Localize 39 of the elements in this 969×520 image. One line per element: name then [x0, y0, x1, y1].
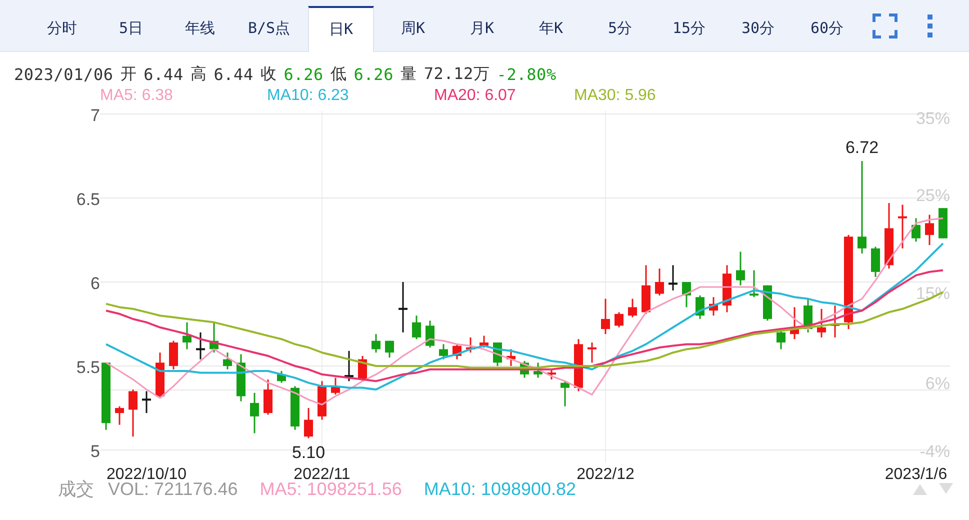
change-percent: -2.80%	[496, 64, 556, 84]
tab[interactable]: 周K	[383, 7, 443, 51]
tab[interactable]: 月K	[452, 7, 512, 51]
quote-label: 低	[330, 64, 347, 84]
ma-legend-item: MA10: 6.23	[267, 87, 350, 106]
y-axis-label: 5	[90, 442, 100, 461]
quote-label: 开	[120, 64, 137, 84]
quote-label: 量	[400, 64, 417, 84]
volume-title: 成交	[58, 478, 94, 501]
quote-label: 高	[190, 64, 207, 84]
ma-legend-item: MA30: 5.96	[574, 87, 657, 106]
quote-date: 2023/01/06	[14, 64, 114, 84]
y-axis-label: 6.5	[76, 190, 100, 209]
quote-value: 6.44	[214, 64, 254, 84]
tab[interactable]: 15分	[659, 7, 719, 51]
tab[interactable]: 60分	[797, 7, 857, 51]
tab[interactable]: 30分	[728, 7, 788, 51]
x-axis-label: 2022/12	[576, 466, 634, 483]
y-axis-label: 7	[90, 106, 100, 125]
quote-value: 6.26	[284, 64, 324, 84]
quote-label: 收	[260, 64, 277, 84]
quote-value: 6.44	[144, 64, 184, 84]
volume-legend-item: MA10: 1098900.82	[424, 478, 576, 500]
price-annotation: 5.10	[292, 443, 326, 462]
tab[interactable]: B/S点	[239, 7, 299, 51]
y-axis-label: 6	[90, 274, 100, 293]
ma-legend-item: MA20: 6.07	[434, 87, 517, 106]
y-axis-label: 5.5	[76, 358, 100, 377]
ma-legend-item: MA5: 6.38	[100, 87, 174, 106]
quote-value: 72.12万	[424, 64, 490, 84]
tab[interactable]: 日K	[308, 6, 374, 52]
tab[interactable]: 分时	[32, 7, 92, 51]
tab[interactable]: 5分	[590, 7, 650, 51]
x-axis-label: 2023/1/6	[884, 466, 948, 483]
quote-value: 6.26	[354, 64, 394, 84]
tab[interactable]: 年K	[521, 7, 581, 51]
price-annotation: 6.72	[845, 138, 879, 158]
tab[interactable]: 5日	[101, 7, 161, 51]
tab[interactable]: 年线	[170, 7, 230, 51]
